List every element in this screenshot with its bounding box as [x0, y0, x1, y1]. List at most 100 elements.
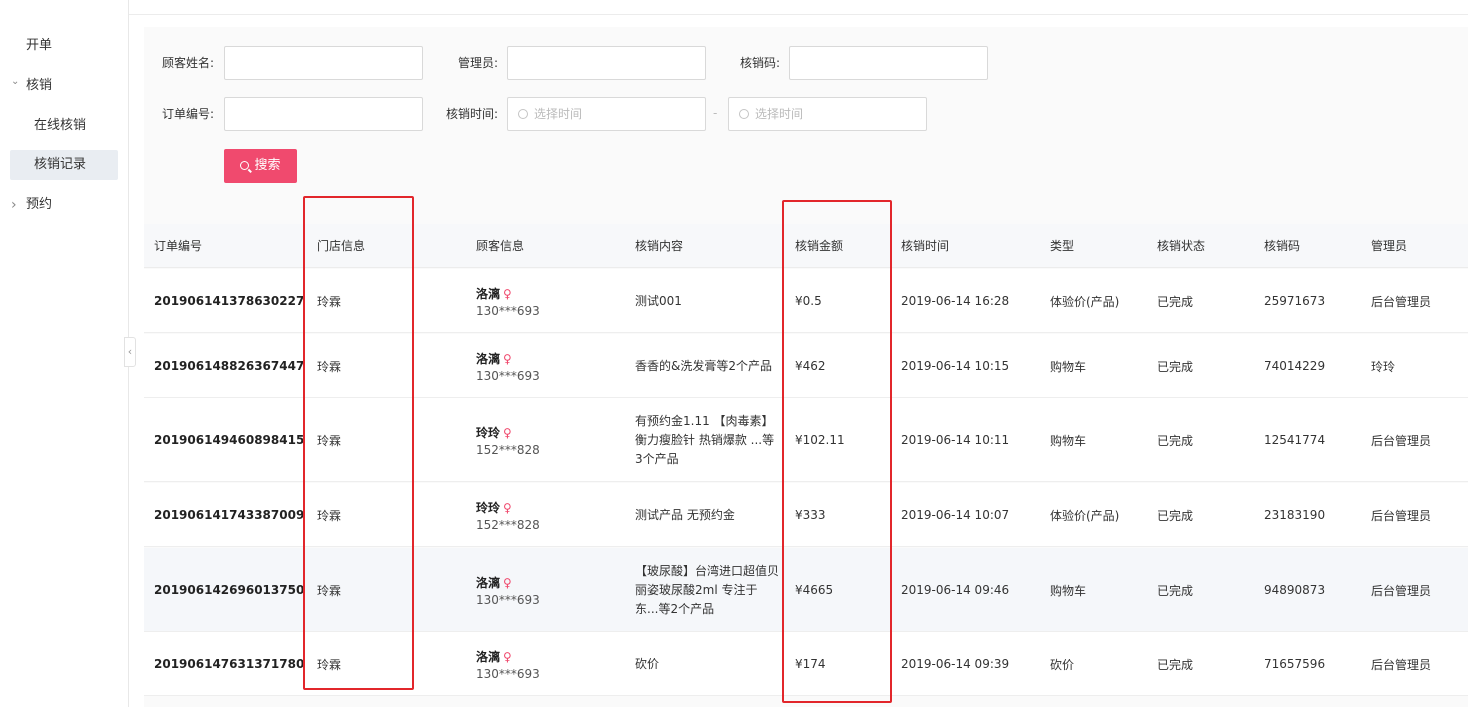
- female-icon: ♀: [503, 575, 512, 590]
- type-cell-text: 体验价(产品): [1050, 508, 1120, 523]
- admin-cell-text: 后台管理员: [1371, 583, 1432, 598]
- status-cell-text: 已完成: [1157, 657, 1194, 672]
- order-number-cell-text: 201906149460898415: [154, 433, 305, 447]
- hexiao-time-label: 核销时间:: [445, 107, 498, 121]
- start-time-placeholder: 选择时间: [534, 107, 583, 121]
- customer-phone: 152***828: [476, 517, 540, 532]
- customer-name-text: 洛漓: [476, 575, 501, 590]
- store-cell: 玲霖: [317, 483, 341, 547]
- order-number-cell-text: 201906142696013750: [154, 583, 305, 597]
- nav-hexiao-records[interactable]: 核销记录: [10, 150, 118, 180]
- amount-cell: ¥4665: [795, 548, 833, 632]
- time-cell-text: 2019-06-14 09:39: [901, 657, 1010, 671]
- customer-name-input[interactable]: [224, 46, 423, 80]
- col-hexiao-content: 核销内容: [635, 239, 684, 253]
- code-label: 核销码:: [739, 56, 780, 70]
- customer-phone: 130***693: [476, 368, 540, 383]
- sidebar-collapse-button[interactable]: ‹: [124, 337, 136, 367]
- admin-cell-text: 后台管理员: [1371, 657, 1432, 672]
- code-cell-text: 74014229: [1264, 359, 1326, 373]
- col-type: 类型: [1050, 239, 1075, 253]
- type-cell: 购物车: [1050, 548, 1086, 632]
- status-cell: 已完成: [1157, 334, 1193, 398]
- col-hexiao-amount: 核销金额: [795, 239, 844, 253]
- amount-cell: ¥102.11: [795, 398, 845, 482]
- order-number-cell: 201906148826367447: [154, 334, 304, 398]
- store-cell-text: 玲霖: [317, 359, 342, 374]
- order-number-cell-text: 201906148826367447: [154, 359, 305, 373]
- order-number-cell-text: 201906141743387009: [154, 508, 305, 522]
- content-cell: 测试001: [635, 269, 780, 333]
- table-row: 201906142696013750 玲霖 洛漓 ♀ 130***693 【玻尿酸】台湾进…: [144, 548, 1468, 632]
- end-time-picker[interactable]: 选择时间: [728, 97, 927, 131]
- female-icon: ♀: [503, 351, 512, 366]
- time-cell-text: 2019-06-14 10:11: [901, 433, 1010, 447]
- admin-cell-text: 玲玲: [1371, 359, 1396, 374]
- order-number-cell: 201906147631371780: [154, 632, 304, 696]
- status-cell-text: 已完成: [1157, 433, 1194, 448]
- admin-cell: 后台管理员: [1371, 269, 1431, 333]
- customer-name-label: 顾客姓名:: [161, 56, 214, 70]
- customer-name: 洛漓 ♀: [476, 285, 540, 302]
- admin-cell-text: 后台管理员: [1371, 294, 1432, 309]
- order-number-label: 订单编号:: [161, 107, 214, 121]
- female-icon: ♀: [503, 649, 512, 664]
- admin-cell-text: 后台管理员: [1371, 433, 1432, 448]
- customer-phone: 130***693: [476, 303, 540, 318]
- content-text: 【玻尿酸】台湾进口超值贝丽姿玻尿酸2ml 专注于东...等2个产品: [635, 563, 780, 616]
- status-cell-text: 已完成: [1157, 508, 1194, 523]
- type-cell: 购物车: [1050, 398, 1086, 482]
- admin-cell: 后台管理员: [1371, 632, 1431, 696]
- customer-cell: 洛漓 ♀ 130***693: [476, 548, 540, 632]
- type-cell-text: 购物车: [1050, 583, 1087, 598]
- content-text: 有预约金1.11 【肉毒素】衡力瘦脸针 热销爆款 ...等3个产品: [635, 413, 775, 466]
- nav-yuyue[interactable]: › 预约: [0, 189, 129, 221]
- nav-kaidan[interactable]: 开单: [0, 30, 129, 62]
- customer-phone: 130***693: [476, 592, 540, 607]
- customer-name: 洛漓 ♀: [476, 574, 540, 591]
- store-cell-text: 玲霖: [317, 508, 342, 523]
- type-cell: 体验价(产品): [1050, 269, 1119, 333]
- admin-input[interactable]: [507, 46, 706, 80]
- content-cell: 香香的&洗发膏等2个产品: [635, 334, 780, 398]
- store-cell-text: 玲霖: [317, 294, 342, 309]
- customer-name: 玲玲 ♀: [476, 424, 540, 441]
- content-cell: 有预约金1.11 【肉毒素】衡力瘦脸针 热销爆款 ...等3个产品: [635, 398, 780, 482]
- amount-cell-text: ¥0.5: [795, 294, 822, 308]
- admin-cell-text: 后台管理员: [1371, 508, 1432, 523]
- nav-kaidan-label: 开单: [26, 38, 53, 53]
- amount-cell-text: ¥333: [795, 508, 826, 522]
- type-cell: 购物车: [1050, 334, 1086, 398]
- customer-name: 玲玲 ♀: [476, 499, 540, 516]
- content-text: 砍价: [635, 656, 660, 671]
- top-divider: [129, 14, 1468, 15]
- order-number-input[interactable]: [224, 97, 423, 131]
- code-cell: 23183190: [1264, 483, 1325, 547]
- code-input[interactable]: [789, 46, 988, 80]
- nav-hexiao-label: 核销: [26, 78, 53, 93]
- order-number-cell: 201906149460898415: [154, 398, 304, 482]
- nav-online-hexiao[interactable]: 在线核销: [10, 111, 118, 141]
- code-cell-text: 94890873: [1264, 583, 1326, 597]
- start-time-picker[interactable]: 选择时间: [507, 97, 706, 131]
- customer-phone: 130***693: [476, 666, 540, 681]
- nav-hexiao[interactable]: ⌄ 核销: [0, 70, 129, 102]
- search-button[interactable]: 搜索: [224, 149, 297, 183]
- table-row: 201906141743387009 玲霖 玲玲 ♀ 152***828 测试产品 无预约…: [144, 483, 1468, 547]
- customer-phone: 152***828: [476, 442, 540, 457]
- col-hexiao-code: 核销码: [1264, 239, 1301, 253]
- order-number-cell: 201906141743387009: [154, 483, 304, 547]
- type-cell-text: 购物车: [1050, 359, 1087, 374]
- code-cell: 71657596: [1264, 632, 1325, 696]
- clock-icon: [518, 109, 528, 119]
- store-cell: 玲霖: [317, 632, 341, 696]
- time-cell: 2019-06-14 09:39: [901, 632, 1009, 696]
- amount-cell: ¥0.5: [795, 269, 822, 333]
- status-cell-text: 已完成: [1157, 359, 1194, 374]
- time-cell-text: 2019-06-14 09:46: [901, 583, 1010, 597]
- female-icon: ♀: [503, 425, 512, 440]
- col-hexiao-time: 核销时间: [901, 239, 950, 253]
- amount-cell: ¥333: [795, 483, 826, 547]
- nav-yuyue-label: 预约: [26, 197, 53, 212]
- admin-label: 管理员:: [457, 56, 498, 70]
